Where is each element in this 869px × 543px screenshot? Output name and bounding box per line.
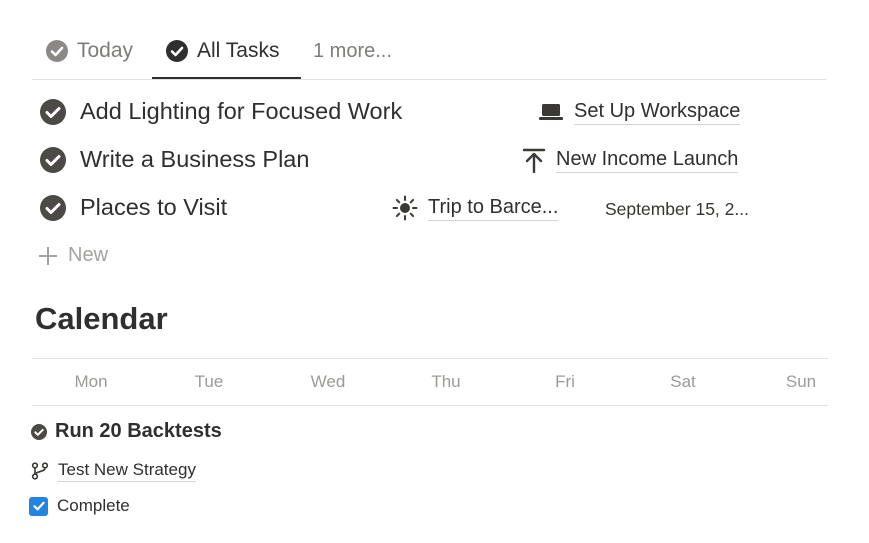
calendar-event[interactable]: Run 20 Backtests bbox=[31, 420, 222, 443]
check-circle-icon[interactable] bbox=[40, 195, 66, 221]
tab-label: All Tasks bbox=[197, 39, 280, 62]
tab-label: 1 more... bbox=[313, 39, 392, 62]
new-task-button[interactable]: New bbox=[38, 244, 108, 267]
weekday-wed: Wed bbox=[310, 372, 346, 391]
plus-icon bbox=[38, 246, 58, 266]
task-title[interactable]: Write a Business Plan bbox=[80, 146, 309, 173]
branch-icon bbox=[31, 461, 49, 480]
weekday-tue: Tue bbox=[194, 372, 224, 391]
relation-label: Set Up Workspace bbox=[574, 98, 741, 125]
checkbox-checked-icon[interactable] bbox=[29, 496, 48, 516]
arrow-up-icon bbox=[522, 147, 546, 173]
new-label: New bbox=[68, 244, 109, 266]
event-title: Run 20 Backtests bbox=[55, 420, 222, 442]
weekday-sun: Sun bbox=[785, 372, 817, 391]
sun-icon bbox=[392, 195, 418, 221]
task-relation[interactable]: Set Up Workspace bbox=[538, 98, 741, 125]
tab-more[interactable]: 1 more... bbox=[313, 36, 392, 66]
task-title[interactable]: Places to Visit bbox=[80, 194, 227, 221]
relation-label: New Income Launch bbox=[556, 146, 739, 173]
checkbox-label: Complete bbox=[57, 496, 130, 515]
weekday-divider bbox=[32, 405, 828, 406]
tab-divider bbox=[32, 79, 826, 80]
calendar-title: Calendar bbox=[35, 301, 168, 336]
check-circle-icon[interactable] bbox=[40, 99, 66, 125]
weekday-sat: Sat bbox=[670, 372, 696, 391]
weekday-mon: Mon bbox=[74, 372, 108, 391]
task-date[interactable]: September 15, 2... bbox=[605, 199, 749, 220]
complete-checkbox[interactable]: Complete bbox=[29, 496, 130, 516]
task-relation[interactable]: New Income Launch bbox=[522, 146, 739, 173]
weekday-fri: Fri bbox=[555, 372, 575, 391]
task-row[interactable]: Write a Business Plan New Income Launch bbox=[40, 141, 770, 181]
check-circle-icon bbox=[46, 40, 68, 62]
task-row[interactable]: Places to Visit Trip to Barce... Septemb… bbox=[40, 189, 770, 229]
event-relation-label: Test New Strategy bbox=[58, 459, 196, 482]
weekday-thu: Thu bbox=[431, 372, 461, 391]
task-title[interactable]: Add Lighting for Focused Work bbox=[80, 98, 402, 125]
check-circle-icon[interactable] bbox=[40, 147, 66, 173]
event-relation[interactable]: Test New Strategy bbox=[31, 459, 196, 482]
calendar-divider bbox=[32, 358, 828, 359]
relation-label: Trip to Barce... bbox=[428, 194, 559, 221]
task-relation[interactable]: Trip to Barce... bbox=[392, 194, 559, 221]
laptop-icon bbox=[538, 101, 564, 123]
tab-today[interactable]: Today bbox=[46, 36, 133, 66]
check-circle-icon bbox=[166, 40, 188, 62]
check-circle-icon bbox=[31, 423, 47, 440]
tab-all-tasks[interactable]: All Tasks bbox=[166, 36, 279, 66]
task-row[interactable]: Add Lighting for Focused Work Set Up Wor… bbox=[40, 93, 770, 133]
tab-label: Today bbox=[77, 39, 134, 62]
